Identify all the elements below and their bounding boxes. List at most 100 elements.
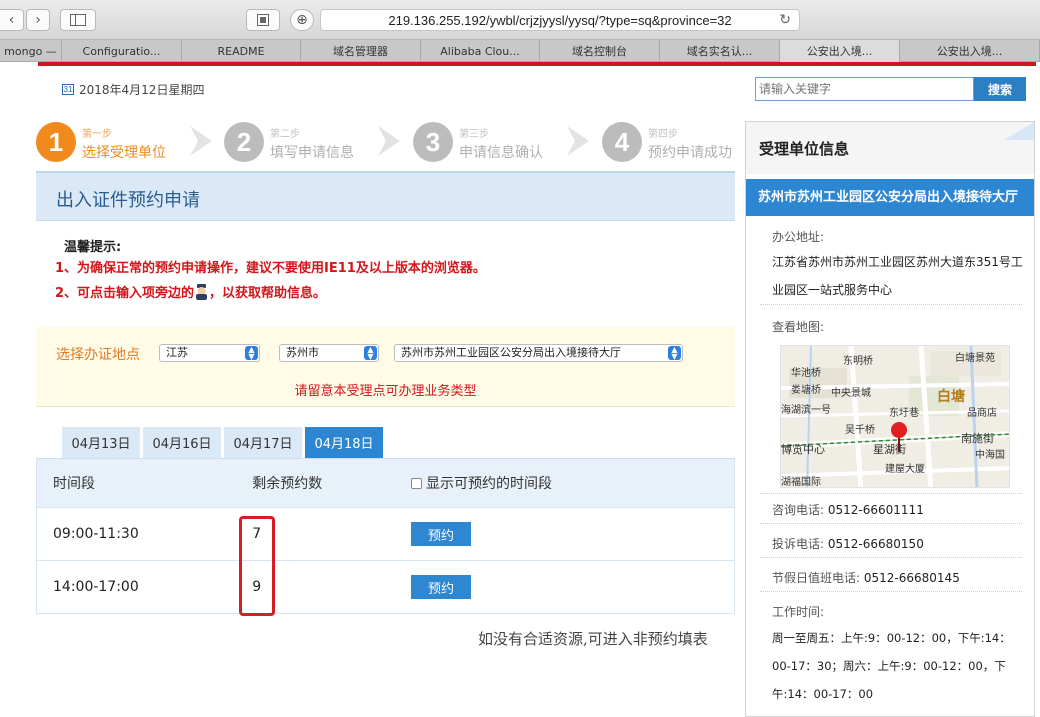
column-header-time: 时间段	[36, 458, 237, 508]
book-button[interactable]: 预约	[410, 575, 471, 599]
search-input[interactable]	[755, 77, 974, 101]
date-tab-0413[interactable]: 04月13日	[62, 427, 140, 458]
address-label: 办公地址:	[772, 230, 825, 244]
step-sub-label: 第二步	[270, 129, 300, 140]
location-note: 请留意本受理点可办理业务类型	[294, 384, 477, 399]
city-select[interactable]: 苏州市 ▲ ▼	[279, 344, 379, 362]
office-name: 苏州市苏州工业园区公安分局出入境接待大厅	[746, 179, 1034, 216]
corner-decoration	[1004, 122, 1034, 140]
complaint-phone-row: 投诉电话: 0512-66680150	[772, 535, 924, 552]
divider	[760, 523, 1022, 524]
step-label: 选择受理单位	[82, 145, 166, 161]
new-tab-icon[interactable]: ⊕	[290, 9, 314, 31]
calendar-icon: 31	[62, 84, 74, 95]
map-label: 查看地图:	[772, 320, 825, 334]
tab-domain-manager[interactable]: 域名管理器	[301, 40, 421, 62]
page-title-bar: 出入证件预约申请	[36, 171, 735, 221]
header-red-line	[38, 62, 1036, 66]
date-tab-0416[interactable]: 04月16日	[143, 427, 221, 458]
tab-mongo[interactable]: mongo —	[0, 40, 62, 62]
select-arrows-icon: ▲ ▼	[668, 346, 681, 361]
map-label-text: 星湖街	[873, 443, 906, 456]
page-title: 出入证件预约申请	[56, 190, 200, 211]
holiday-phone-row: 节假日值班电话: 0512-66680145	[772, 569, 960, 586]
date-tab-0417[interactable]: 04月17日	[224, 427, 302, 458]
map-label-text: 吴千桥	[845, 425, 875, 436]
back-icon[interactable]: ‹	[0, 9, 24, 31]
map-label-text: 东明桥	[843, 356, 873, 367]
map-label-text: 博览中心	[781, 443, 825, 456]
office-info-heading: 受理单位信息	[759, 140, 850, 158]
map-label-text: 娄塘桥	[791, 385, 821, 396]
bookmarks-tab-bar: mongo — Configuratio... README 域名管理器 Ali…	[0, 40, 1040, 62]
tab-configuration[interactable]: Configuratio...	[62, 40, 182, 62]
step-label: 填写申请信息	[270, 145, 354, 161]
step-number: 1	[36, 122, 76, 162]
date-tab-0418[interactable]: 04月18日	[305, 427, 383, 458]
select-arrows-icon: ▲ ▼	[245, 346, 258, 361]
city-value: 苏州市	[286, 346, 319, 359]
reader-icon[interactable]	[246, 9, 280, 31]
non-reservation-link[interactable]: 如没有合适资源,可进入非预约填表	[478, 628, 708, 649]
map-label-text: 海湖滨一号	[781, 405, 831, 416]
map-label-text: 华池桥	[791, 368, 821, 379]
address-bar[interactable]: 219.136.255.192/ywbl/crjzjyysl/yysq/?typ…	[320, 9, 800, 31]
tab-readme[interactable]: README	[182, 40, 301, 62]
step-3: 3 第三步 申请信息确认	[413, 122, 563, 162]
date-tabs: 04月13日 04月16日 04月17日 04月18日	[62, 427, 386, 458]
office-value: 苏州市苏州工业园区公安分局出入境接待大厅	[401, 346, 621, 359]
divider	[760, 557, 1022, 558]
step-sub-label: 第一步	[82, 129, 112, 140]
tab-alibaba-cloud[interactable]: Alibaba Clou...	[421, 40, 540, 62]
divider	[760, 304, 1022, 305]
step-4: 4 第四步 预约申请成功	[602, 122, 740, 162]
consult-label: 咨询电话:	[772, 503, 825, 517]
location-map[interactable]: 东明桥 白塘景苑 华池桥 娄塘桥 中央景城 白塘 海湖滨一号 东圩巷 品商店 吴…	[780, 345, 1010, 488]
tips-title: 温馨提示:	[64, 240, 122, 255]
consult-phone-row: 咨询电话: 0512-66601111	[772, 501, 924, 518]
tab-public-security-2[interactable]: 公安出入境...	[900, 40, 1040, 62]
tip-help-before: 2、可点击输入项旁边的	[55, 286, 195, 301]
book-button[interactable]: 预约	[410, 522, 471, 546]
step-sub-label: 第三步	[459, 129, 489, 140]
browser-toolbar: ‹ › ⊕ 219.136.255.192/ywbl/crjzjyysl/yys…	[0, 0, 1040, 40]
step-number: 4	[602, 122, 642, 162]
tip-help: 2、可点击输入项旁边的 ，以获取帮助信息。	[55, 282, 326, 301]
tab-domain-console[interactable]: 域名控制台	[540, 40, 660, 62]
column-header-filter: 显示可预约的时间段	[410, 458, 735, 508]
search-button[interactable]: 搜索	[974, 77, 1026, 101]
step-sub-label: 第四步	[648, 129, 678, 140]
map-label-text: 湖福国际	[781, 477, 821, 488]
date-text: 2018年4月12日星期四	[79, 83, 205, 97]
reload-icon[interactable]: ↻	[779, 11, 791, 28]
url-text: 219.136.255.192/ywbl/crjzjyysl/yysq/?typ…	[388, 12, 732, 28]
map-label-text: 中海国	[975, 450, 1005, 461]
police-helper-icon	[196, 284, 208, 300]
step-number: 3	[413, 122, 453, 162]
table-header-row: 时间段 剩余预约数 显示可预约的时间段	[36, 458, 735, 508]
step-number: 2	[224, 122, 264, 162]
chevron-right-icon	[567, 126, 589, 156]
office-select[interactable]: 苏州市苏州工业园区公安分局出入境接待大厅 ▲ ▼	[394, 344, 683, 362]
map-label-text: 白塘景苑	[955, 353, 995, 364]
time-slot-table: 时间段 剩余预约数 显示可预约的时间段 09:00-11:30 7 预约 14:…	[36, 458, 735, 614]
show-available-label: 显示可预约的时间段	[425, 476, 552, 492]
show-available-checkbox[interactable]	[410, 478, 422, 489]
tab-domain-realname[interactable]: 域名实名认...	[660, 40, 780, 62]
map-label-text: 南施街	[961, 432, 994, 445]
step-2: 2 第二步 填写申请信息	[224, 122, 374, 162]
sidebar-toggle-icon[interactable]	[60, 9, 96, 31]
step-1: 1 第一步 选择受理单位	[36, 122, 186, 162]
province-select[interactable]: 江苏 ▲ ▼	[159, 344, 260, 362]
tip-help-after: ，以获取帮助信息。	[209, 286, 327, 301]
map-label-text: 东圩巷	[889, 408, 919, 419]
map-label-text: 建屋大厦	[885, 464, 925, 475]
hours-value: 周一至周五：上午:9：00-12：00，下午:14：00-17：30；周六：上午…	[772, 631, 1011, 701]
address-value: 江苏省苏州市苏州工业园区苏州大道东351号工业园区一站式服务中心	[772, 255, 1023, 297]
table-row: 14:00-17:00 9 预约	[36, 560, 735, 614]
holiday-phone: 0512-66680145	[863, 571, 960, 585]
consult-phone: 0512-66601111	[827, 503, 924, 517]
tab-public-security-1[interactable]: 公安出入境...	[780, 40, 900, 62]
complaint-label: 投诉电话:	[772, 537, 825, 551]
forward-icon[interactable]: ›	[26, 9, 50, 31]
